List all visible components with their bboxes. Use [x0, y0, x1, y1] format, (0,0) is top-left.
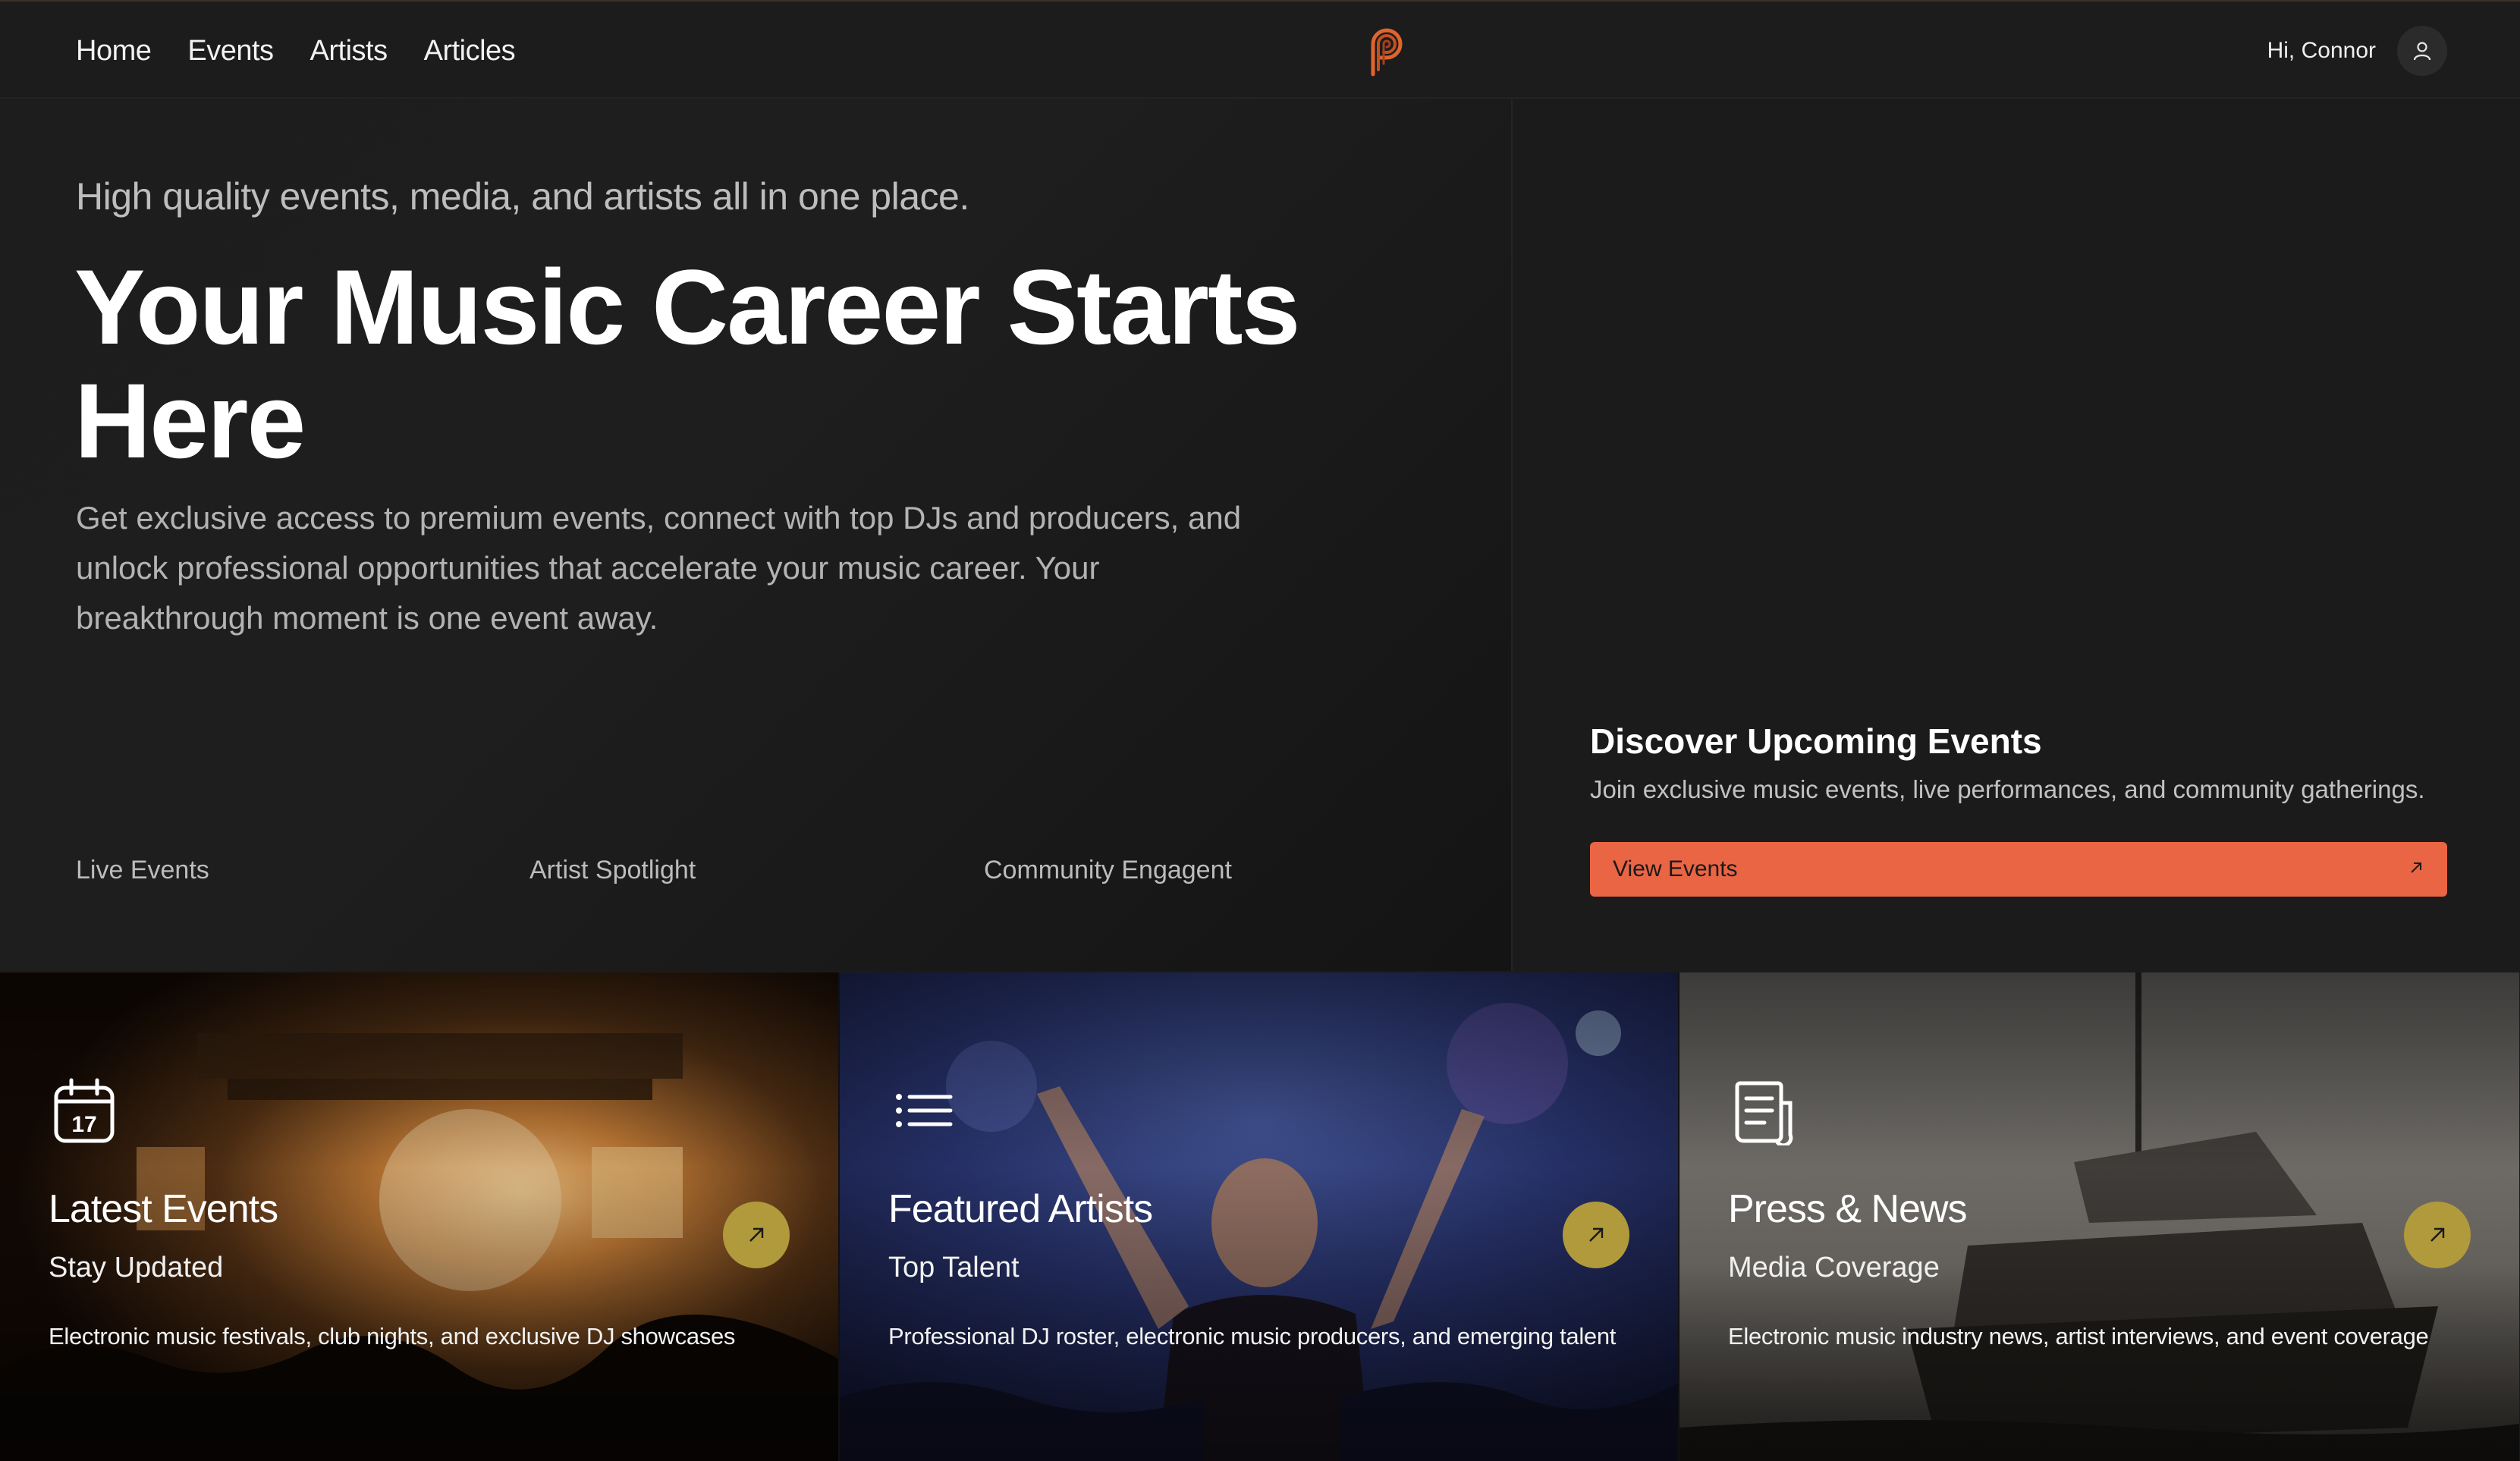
- nav-articles[interactable]: Articles: [424, 35, 516, 68]
- card-subtitle: Stay Updated: [49, 1252, 224, 1283]
- hero-lead: Get exclusive access to premium events, …: [76, 500, 1242, 636]
- calendar-icon: 17: [50, 1077, 118, 1145]
- p-logo-icon[interactable]: [1365, 24, 1408, 77]
- user-greeting: Hi, Connor: [2267, 38, 2376, 63]
- hero-headline: Your Music Career Starts Here: [74, 247, 1300, 480]
- nav-home[interactable]: Home: [76, 35, 152, 68]
- nav-events[interactable]: Events: [187, 35, 274, 68]
- card-title: Latest Events: [49, 1187, 278, 1231]
- discover-description: Join exclusive music events, live perfor…: [1590, 775, 2425, 803]
- view-events-label: View Events: [1613, 856, 1738, 881]
- card-description: Professional DJ roster, electronic music…: [888, 1323, 1617, 1349]
- hero-tagline: High quality events, media, and artists …: [76, 175, 969, 218]
- feature-live-events: Live Events: [76, 856, 209, 884]
- card-description: Electronic music industry news, artist i…: [1728, 1323, 2429, 1349]
- card-title: Featured Artists: [888, 1187, 1153, 1231]
- card-arrow-button[interactable]: [2404, 1202, 2471, 1268]
- list-icon: [890, 1077, 958, 1145]
- card-description: Electronic music festivals, club nights,…: [49, 1323, 736, 1349]
- card-latest-events[interactable]: 17 Latest Events Stay Updated Electronic…: [0, 972, 840, 1461]
- feature-artist-spotlight: Artist Spotlight: [529, 856, 696, 884]
- card-subtitle: Top Talent: [888, 1252, 1020, 1283]
- feature-community: Community Engagent: [984, 856, 1232, 884]
- feature-cards: 17 Latest Events Stay Updated Electronic…: [0, 972, 2520, 1461]
- nav-links: Home Events Artists Articles: [76, 2, 516, 100]
- card-featured-artists[interactable]: Featured Artists Top Talent Professional…: [840, 972, 1679, 1461]
- discover-title: Discover Upcoming Events: [1590, 721, 2042, 761]
- nav-artists[interactable]: Artists: [310, 35, 388, 68]
- arrow-up-right-icon: [1589, 1227, 1604, 1242]
- arrow-up-right-icon: [749, 1227, 764, 1242]
- card-arrow-button[interactable]: [723, 1202, 790, 1268]
- arrow-up-right-icon: [2408, 856, 2424, 882]
- user-icon[interactable]: [2397, 26, 2447, 76]
- discover-panel: Discover Upcoming Events Join exclusive …: [1514, 99, 2520, 971]
- card-press-news[interactable]: Press & News Media Coverage Electronic m…: [1679, 972, 2519, 1461]
- card-subtitle: Media Coverage: [1728, 1252, 1940, 1283]
- top-nav: Home Events Artists Articles Hi, Connor: [0, 0, 2520, 99]
- newspaper-icon: [1730, 1077, 1798, 1148]
- calendar-day: 17: [71, 1112, 96, 1137]
- hero-section: High quality events, media, and artists …: [0, 99, 1513, 971]
- view-events-button[interactable]: View Events: [1590, 842, 2447, 897]
- arrow-up-right-icon: [2430, 1227, 2445, 1242]
- card-arrow-button[interactable]: [1563, 1202, 1629, 1268]
- user-menu: Hi, Connor: [2267, 2, 2447, 100]
- card-title: Press & News: [1728, 1187, 1968, 1231]
